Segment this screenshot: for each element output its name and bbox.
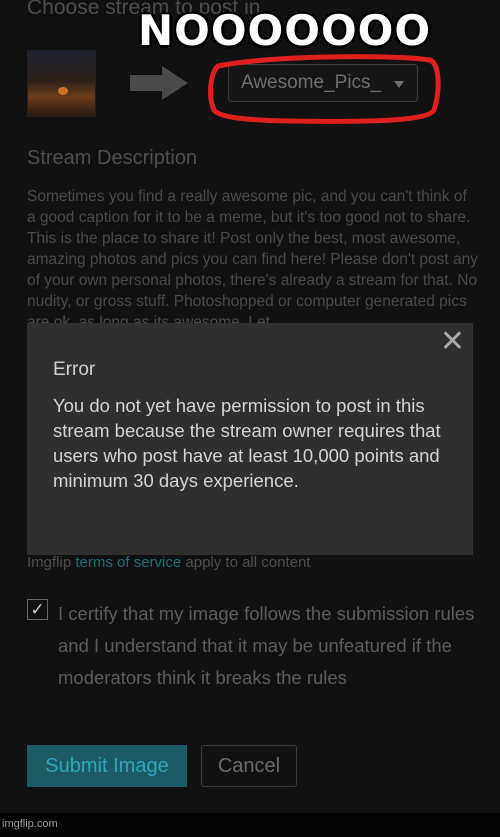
post-image-page: Choose stream to post in Awesome_Pics_ N… bbox=[0, 0, 500, 837]
stream-description-label: Stream Description bbox=[27, 147, 198, 169]
tos-notice: Imgflip terms of service apply to all co… bbox=[27, 554, 310, 571]
tos-prefix: Imgflip bbox=[27, 554, 76, 571]
submit-image-button[interactable]: Submit Image bbox=[27, 745, 187, 787]
close-icon[interactable]: ✕ bbox=[440, 327, 465, 357]
error-dialog: ✕ Error You do not yet have permission t… bbox=[27, 323, 473, 555]
error-message: You do not yet have permission to post i… bbox=[53, 395, 441, 491]
red-circle-annotation bbox=[208, 54, 441, 124]
image-thumbnail bbox=[27, 50, 96, 117]
sunset-graphic bbox=[58, 87, 68, 95]
imgflip-watermark: imgflip.com bbox=[2, 818, 58, 830]
footer-bar bbox=[0, 813, 500, 837]
certify-label: I certify that my image follows the subm… bbox=[58, 603, 475, 688]
arrow-right-icon bbox=[130, 66, 188, 100]
checkmark-icon: ✓ bbox=[30, 600, 45, 619]
cancel-button[interactable]: Cancel bbox=[201, 745, 297, 787]
tos-suffix: apply to all content bbox=[181, 554, 311, 571]
stream-description-text: Sometimes you find a really awesome pic,… bbox=[27, 188, 479, 323]
tos-link[interactable]: terms of service bbox=[75, 554, 181, 571]
error-title: Error bbox=[53, 359, 96, 380]
meme-caption: NOOOOOOO bbox=[138, 6, 432, 55]
certify-checkbox[interactable]: ✓ bbox=[27, 599, 48, 620]
